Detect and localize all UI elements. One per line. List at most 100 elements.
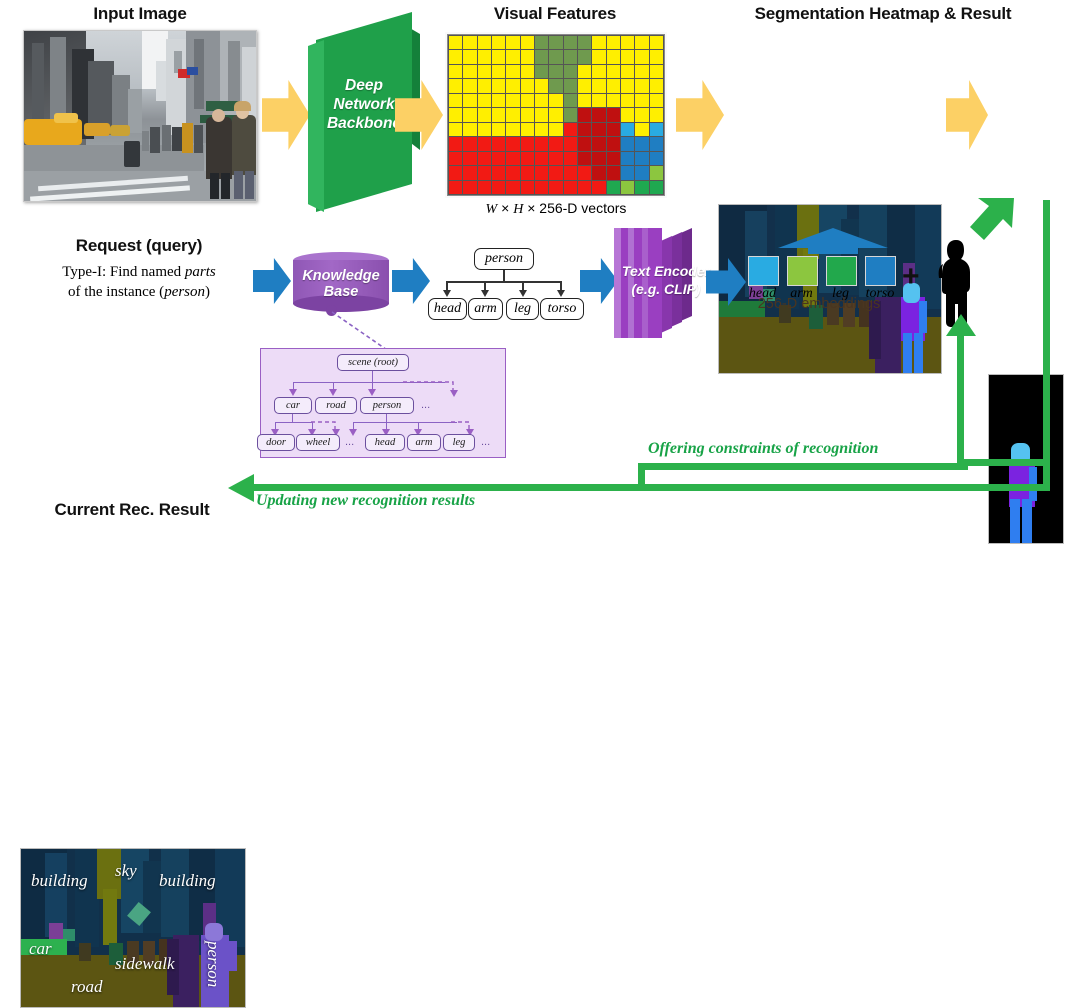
feature-cell [563, 108, 577, 122]
feature-cell [606, 36, 620, 50]
feedback-offering-text: Offering constraints of recognition [648, 440, 879, 457]
feature-cell [620, 108, 635, 122]
feature-cell [649, 50, 663, 64]
feature-cell [649, 137, 663, 151]
feature-cell [563, 36, 577, 50]
request-line2-post: ) [205, 284, 211, 300]
knowledge-base[interactable]: Knowledge Base [293, 252, 389, 314]
kbtree-ellipsis-car: ... [345, 436, 355, 448]
embedding-swatch-head[interactable] [748, 256, 779, 286]
feature-cell [577, 50, 592, 64]
feature-cell [549, 166, 563, 180]
feature-cell [563, 50, 577, 64]
seg-label-sidewalk: sidewalk [115, 954, 175, 973]
arrow-features-to-segmentation [676, 80, 724, 150]
kbtree-node-scene[interactable]: scene (root) [337, 354, 409, 371]
feature-cell [635, 64, 649, 79]
kbtree-node-person[interactable]: person [360, 397, 414, 414]
feature-cell [649, 36, 663, 50]
kbtree-node-head[interactable]: head [365, 434, 405, 451]
feature-cell [563, 64, 577, 79]
kbtree-node-wheel[interactable]: wheel [296, 434, 340, 451]
feature-cell [463, 151, 477, 166]
tree-node-arm[interactable]: arm [468, 298, 503, 320]
feature-cell [606, 108, 620, 122]
current-result-title: Current Rec. Result [54, 500, 210, 519]
feature-cell [463, 79, 477, 93]
feature-cell [620, 50, 635, 64]
feature-cell [449, 151, 463, 166]
kbtree-node-road[interactable]: road [315, 397, 357, 414]
feature-cell [549, 50, 563, 64]
feature-cell [549, 122, 563, 137]
feature-cell [592, 166, 606, 180]
embedding-swatch-arm[interactable] [787, 256, 818, 286]
feature-cell [491, 93, 506, 108]
feature-cell [449, 108, 463, 122]
feature-cell [506, 151, 520, 166]
feature-cell [449, 180, 463, 194]
feature-cell [620, 166, 635, 180]
request-title: Request (query) [75, 236, 203, 255]
feature-cell [506, 64, 520, 79]
seg-label-person: person [204, 941, 223, 988]
feedback-updating-horizontal [252, 484, 1050, 491]
feature-cell [606, 50, 620, 64]
feature-cell [549, 108, 563, 122]
kbtree-node-car[interactable]: car [274, 397, 312, 414]
feature-cell [577, 122, 592, 137]
feature-cell [520, 151, 534, 166]
feature-cell [649, 93, 663, 108]
feature-cell [520, 79, 534, 93]
backbone-line-1: Deep [345, 77, 383, 94]
feature-cell [620, 93, 635, 108]
feature-cell [520, 166, 534, 180]
feature-cell [506, 79, 520, 93]
tree-node-leg[interactable]: leg [506, 298, 539, 320]
seg-label-road: road [71, 977, 103, 996]
input-image [23, 30, 257, 202]
feature-cell [649, 166, 663, 180]
request-text: Type-I: Find named parts of the instance… [14, 262, 264, 302]
feedback-offering-horizontal [957, 459, 1050, 466]
feature-cell [620, 137, 635, 151]
kbtree-ellipsis-person: ... [481, 436, 491, 448]
kbtree-node-leg[interactable]: leg [443, 434, 475, 451]
embedding-swatch-leg[interactable] [826, 256, 857, 286]
feature-cell [520, 64, 534, 79]
feature-cell [506, 122, 520, 137]
tree-node-person[interactable]: person [474, 248, 534, 270]
feature-cell [620, 79, 635, 93]
feature-cell [477, 137, 491, 151]
embeddings-group: head arm leg torso [744, 256, 896, 322]
kbtree-node-person-label: person [372, 400, 402, 411]
feature-cell [563, 180, 577, 194]
tree-node-torso[interactable]: torso [540, 298, 584, 320]
kbtree-node-leg-label: leg [452, 437, 466, 448]
feature-cell [520, 180, 534, 194]
seg-label-sky: sky [115, 861, 137, 880]
feature-cell [577, 151, 592, 166]
person-tree: person head arm leg torso [428, 248, 584, 320]
feature-cell [577, 180, 592, 194]
feature-cell [463, 108, 477, 122]
arrow-embeddings-up [778, 228, 888, 254]
request-line2-pre: of the instance ( [67, 284, 165, 300]
kbtree-node-door[interactable]: door [257, 434, 295, 451]
caption-times-2: × [527, 200, 536, 216]
tree-node-head[interactable]: head [428, 298, 467, 320]
feature-cell [491, 122, 506, 137]
feature-cell [577, 137, 592, 151]
embedding-swatch-torso[interactable] [865, 256, 896, 286]
feedback-updating-vertical-right [1043, 466, 1050, 488]
tree-arrowheads [443, 290, 565, 297]
request-line1-emphasis: parts [184, 264, 216, 280]
feature-cell [534, 137, 549, 151]
arrow-heatmap-to-result [946, 80, 988, 150]
feedback-offering-vertical-right [1043, 200, 1050, 466]
feature-cell [463, 122, 477, 137]
kbtree-node-arm[interactable]: arm [407, 434, 441, 451]
feature-cell [577, 166, 592, 180]
feedback-updating-arrowhead [228, 474, 254, 502]
kb-line-1: Knowledge [302, 268, 380, 284]
